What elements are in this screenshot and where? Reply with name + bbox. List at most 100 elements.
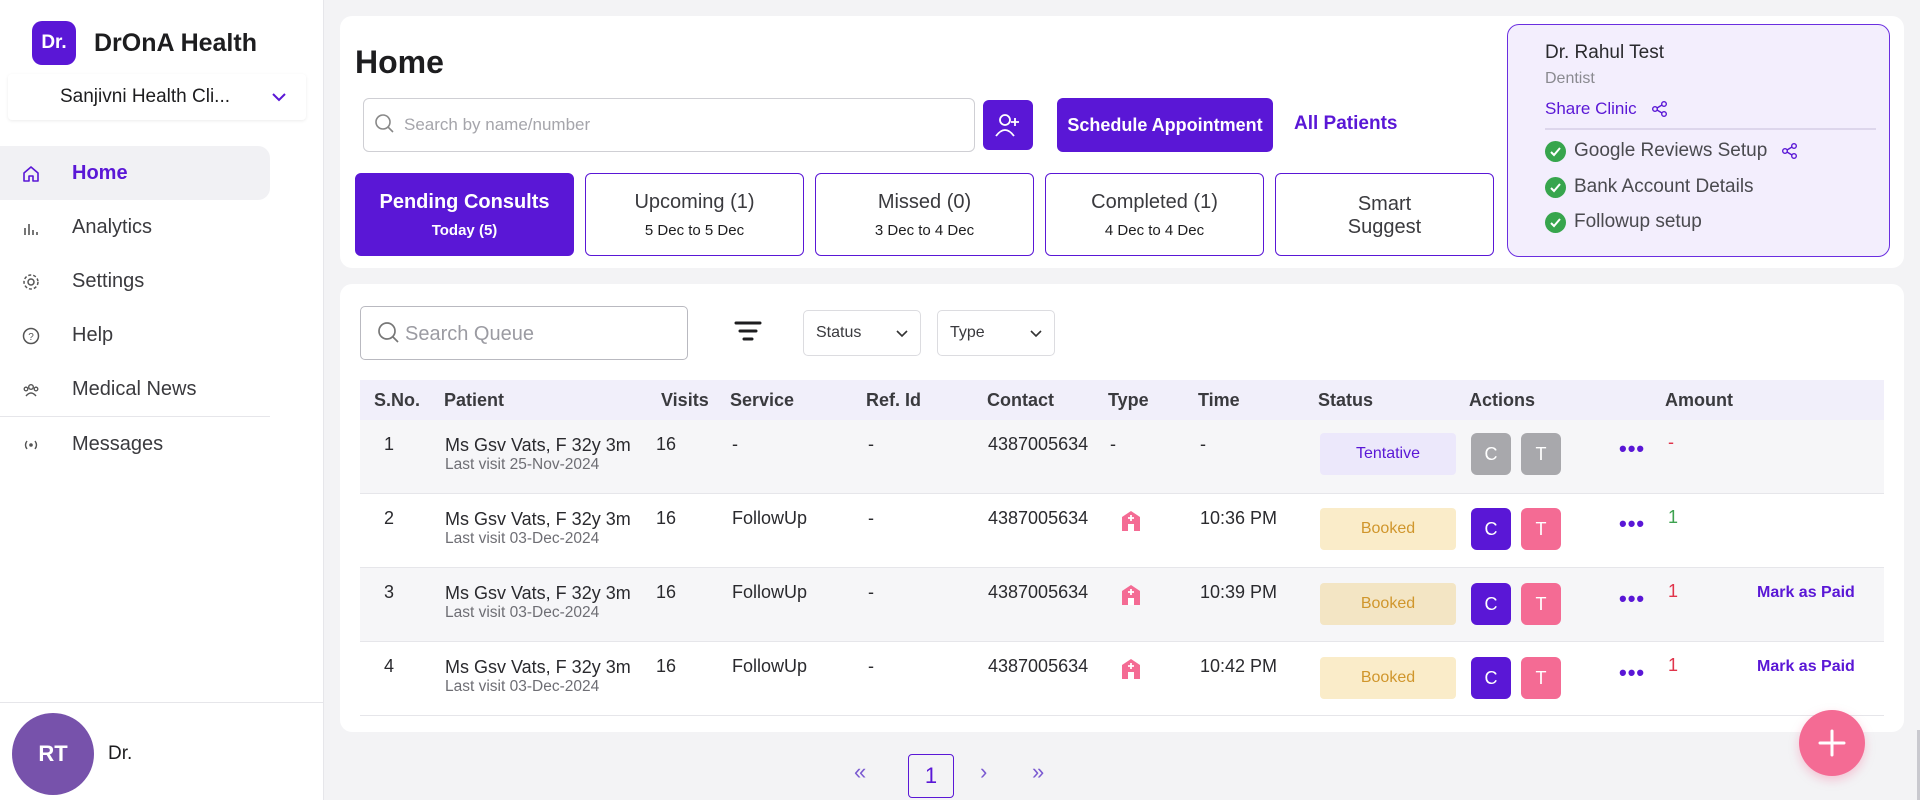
checklist-item-bank-account[interactable]: Bank Account Details xyxy=(1545,176,1754,198)
patient-name[interactable]: Ms Gsv Vats, F 32y 3m xyxy=(445,657,631,678)
consult-button[interactable]: C xyxy=(1471,433,1511,475)
type-dropdown[interactable]: Type xyxy=(937,310,1055,356)
queue-search-input[interactable] xyxy=(405,320,675,348)
checklist-item-google-reviews[interactable]: Google Reviews Setup xyxy=(1545,140,1799,162)
visits: 16 xyxy=(656,582,677,602)
status-dropdown[interactable]: Status xyxy=(803,310,921,356)
share-icon xyxy=(1651,101,1667,117)
share-clinic-link[interactable]: Share Clinic xyxy=(1545,99,1669,119)
table-row[interactable]: 2 Ms Gsv Vats, F 32y 3m Last visit 03-De… xyxy=(360,494,1884,568)
home-icon xyxy=(23,166,39,182)
doctor-role: Dentist xyxy=(1545,70,1595,87)
table-row[interactable]: 4 Ms Gsv Vats, F 32y 3m Last visit 03-De… xyxy=(360,642,1884,716)
patient-name[interactable]: Ms Gsv Vats, F 32y 3m xyxy=(445,509,631,530)
patient-name[interactable]: Ms Gsv Vats, F 32y 3m xyxy=(445,435,631,456)
tab-upcoming[interactable]: Upcoming (1) 5 Dec to 5 Dec xyxy=(585,173,804,256)
check-circle-icon xyxy=(1545,140,1566,162)
teleconsult-button[interactable]: T xyxy=(1521,433,1561,475)
column-header: S.No. xyxy=(374,390,421,410)
table-row[interactable]: 1 Ms Gsv Vats, F 32y 3m Last visit 25-No… xyxy=(360,420,1884,494)
tab-pending-consults[interactable]: Pending Consults Today (5) xyxy=(355,173,574,256)
column-header: Patient xyxy=(444,390,505,410)
mark-as-paid-link[interactable]: Mark as Paid xyxy=(1757,584,1855,602)
brand-name: DrOnA Health xyxy=(94,28,257,57)
column-header: Amount xyxy=(1665,390,1733,410)
last-page-button[interactable]: » xyxy=(1032,759,1044,785)
first-page-button[interactable]: « xyxy=(854,759,866,785)
teleconsult-button[interactable]: T xyxy=(1521,657,1561,699)
share-clinic-label: Share Clinic xyxy=(1545,99,1637,118)
mark-as-paid-link[interactable]: Mark as Paid xyxy=(1757,658,1855,676)
service: FollowUp xyxy=(732,582,808,602)
amount: 1 xyxy=(1668,581,1679,601)
ref-id: - xyxy=(868,434,874,454)
time: 10:39 PM xyxy=(1200,582,1278,602)
page-title: Home xyxy=(355,44,444,80)
clinic-selector-label: Sanjivni Health Cli... xyxy=(60,86,231,107)
more-actions-icon[interactable]: ••• xyxy=(1619,660,1645,686)
status-badge[interactable]: Tentative xyxy=(1320,433,1456,475)
add-patient-button[interactable] xyxy=(983,100,1033,150)
column-header: Visits xyxy=(661,390,709,410)
all-patients-link[interactable]: All Patients xyxy=(1294,113,1397,135)
user-profile[interactable]: RT Dr. xyxy=(0,702,324,800)
status-badge[interactable]: Booked xyxy=(1320,583,1456,625)
status-badge[interactable]: Booked xyxy=(1320,657,1456,699)
status-badge[interactable]: Booked xyxy=(1320,508,1456,550)
sidebar-item-analytics[interactable]: Analytics xyxy=(0,200,270,254)
consult-button[interactable]: C xyxy=(1471,508,1511,550)
row-sno: 3 xyxy=(384,582,395,602)
user-name: Dr. xyxy=(108,743,133,764)
add-fab-button[interactable] xyxy=(1799,710,1865,776)
visits: 16 xyxy=(656,508,677,528)
table-row[interactable]: 3 Ms Gsv Vats, F 32y 3m Last visit 03-De… xyxy=(360,568,1884,642)
tab-missed[interactable]: Missed (0) 3 Dec to 4 Dec xyxy=(815,173,1034,256)
check-circle-icon xyxy=(1545,211,1566,233)
consult-button[interactable]: C xyxy=(1471,583,1511,625)
column-header: Type xyxy=(1108,390,1149,410)
more-actions-icon[interactable]: ••• xyxy=(1619,436,1645,462)
tab-title: Pending Consults xyxy=(379,191,550,213)
patient-search-input[interactable] xyxy=(404,111,964,139)
tab-title: Upcoming (1) xyxy=(634,191,755,213)
messages-icon xyxy=(24,440,38,450)
last-visit: Last visit 03-Dec-2024 xyxy=(445,530,600,547)
checklist-item-followup[interactable]: Followup setup xyxy=(1545,211,1702,233)
sidebar-item-label: Analytics xyxy=(72,215,153,238)
share-icon[interactable] xyxy=(1781,142,1799,160)
tab-completed[interactable]: Completed (1) 4 Dec to 4 Dec xyxy=(1045,173,1264,256)
sidebar-item-medical-news[interactable]: Medical News xyxy=(0,362,270,416)
brand-logo: Dr. xyxy=(32,21,76,65)
teleconsult-button[interactable]: T xyxy=(1521,583,1561,625)
service: FollowUp xyxy=(732,656,808,676)
sidebar-item-messages[interactable]: Messages xyxy=(0,417,270,471)
sidebar-item-settings[interactable]: Settings xyxy=(0,254,270,308)
clinic-selector[interactable]: Sanjivni Health Cli... xyxy=(8,74,306,120)
next-page-button[interactable]: › xyxy=(980,759,987,785)
service: - xyxy=(732,434,738,454)
column-header: Ref. Id xyxy=(866,390,922,410)
more-actions-icon[interactable]: ••• xyxy=(1619,586,1645,612)
teleconsult-button[interactable]: T xyxy=(1521,508,1561,550)
checklist-label: Followup setup xyxy=(1574,211,1702,232)
filter-icon[interactable] xyxy=(734,320,762,342)
sidebar-item-label: Medical News xyxy=(72,377,197,400)
brand[interactable]: Dr. DrOnA Health xyxy=(32,21,257,65)
sidebar-item-help[interactable]: ? Help xyxy=(0,308,270,362)
sidebar-item-label: Settings xyxy=(72,269,145,292)
patient-name[interactable]: Ms Gsv Vats, F 32y 3m xyxy=(445,583,631,604)
tab-title: Missed (0) xyxy=(877,191,972,213)
type-dropdown-label: Type xyxy=(950,324,985,341)
consult-button[interactable]: C xyxy=(1471,657,1511,699)
row-sno: 2 xyxy=(384,508,395,528)
sidebar-item-label: Home xyxy=(72,161,128,184)
sidebar-item-home[interactable]: Home xyxy=(0,146,270,200)
tab-smart-suggest[interactable]: Smart Suggest xyxy=(1275,173,1494,256)
status-dropdown-label: Status xyxy=(816,324,862,341)
sidebar-item-label: Messages xyxy=(72,432,164,455)
amount: 1 xyxy=(1668,507,1679,527)
page-number-current[interactable]: 1 xyxy=(908,754,954,798)
column-header: Service xyxy=(730,390,795,410)
schedule-appointment-button[interactable]: Schedule Appointment xyxy=(1057,98,1273,152)
more-actions-icon[interactable]: ••• xyxy=(1619,511,1645,537)
